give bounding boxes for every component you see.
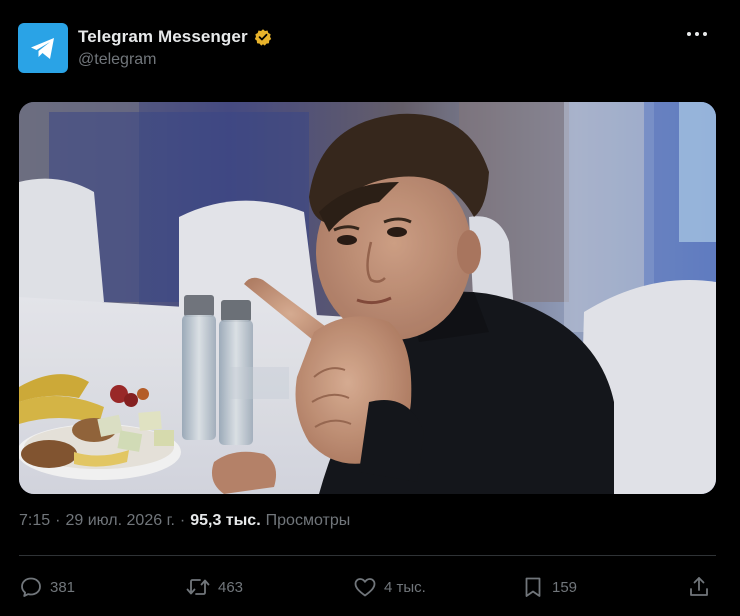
display-name[interactable]: Telegram Messenger bbox=[78, 27, 248, 47]
repost-button[interactable]: 463 bbox=[185, 572, 243, 602]
more-dots-icon bbox=[687, 32, 707, 36]
author-handle[interactable]: @telegram bbox=[78, 51, 272, 69]
verified-badge-icon[interactable] bbox=[254, 28, 272, 46]
views-count[interactable]: 95,3 тыс. bbox=[190, 512, 260, 530]
action-bar: 381 463 4 тыс. 159 bbox=[19, 572, 716, 602]
repost-icon bbox=[186, 579, 210, 595]
reply-count: 381 bbox=[50, 578, 76, 596]
reply-icon bbox=[21, 577, 41, 597]
tweet: Telegram Messenger @telegram 7:15 · 29 и… bbox=[0, 0, 740, 616]
divider bbox=[19, 555, 716, 556]
tweet-meta: 7:15 · 29 июл. 2026 г. · 95,3 тыс. Просм… bbox=[19, 512, 350, 530]
bookmark-icon bbox=[525, 577, 541, 597]
reply-button[interactable]: 381 bbox=[19, 572, 75, 602]
like-heart-icon bbox=[354, 578, 376, 597]
views-label: Просмотры bbox=[265, 512, 351, 529]
meta-separator: · bbox=[179, 512, 186, 529]
meta-separator: · bbox=[55, 512, 61, 529]
telegram-paper-plane-icon bbox=[31, 38, 54, 59]
share-icon bbox=[690, 577, 708, 596]
bookmark-count: 159 bbox=[552, 578, 578, 596]
author-avatar[interactable] bbox=[18, 23, 68, 73]
repost-count: 463 bbox=[218, 578, 244, 596]
tweet-time[interactable]: 7:15 bbox=[19, 512, 50, 530]
share-button[interactable] bbox=[687, 572, 711, 602]
display-name-row: Telegram Messenger bbox=[78, 27, 272, 47]
bookmark-button[interactable]: 159 bbox=[521, 572, 577, 602]
like-button[interactable]: 4 тыс. bbox=[353, 572, 426, 602]
author-block: Telegram Messenger @telegram bbox=[78, 27, 272, 69]
more-options-button[interactable] bbox=[686, 24, 708, 44]
like-count: 4 тыс. bbox=[384, 578, 426, 596]
tweet-photo[interactable] bbox=[19, 102, 716, 494]
tweet-date[interactable]: 29 июл. 2026 г. bbox=[65, 512, 174, 530]
photo-illustration bbox=[19, 102, 716, 494]
